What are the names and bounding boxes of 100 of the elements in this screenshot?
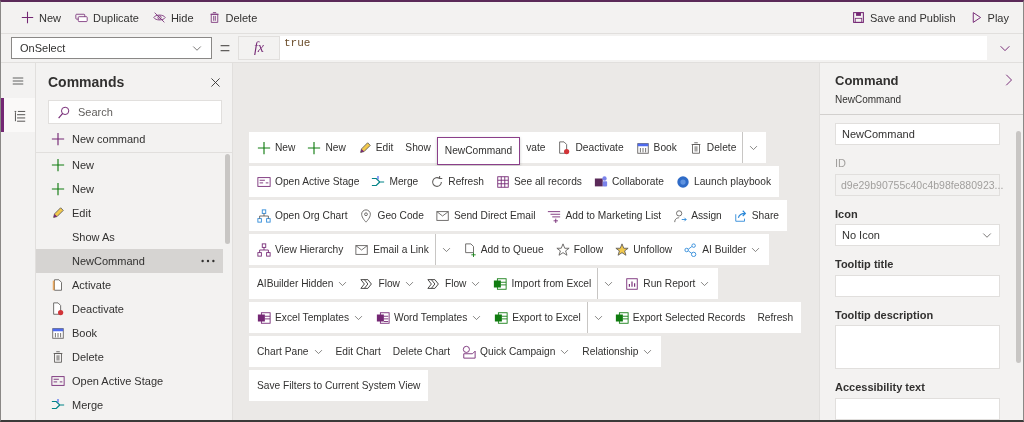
command-button[interactable]: Delete <box>682 132 743 163</box>
text-field[interactable] <box>835 397 1000 420</box>
command-list-item[interactable]: Book <box>36 321 223 345</box>
command-button[interactable]: Launch playbook <box>670 166 778 197</box>
command-button[interactable]: Share <box>727 200 785 231</box>
star-icon <box>615 242 630 257</box>
command-list-item[interactable]: Merge <box>36 393 223 417</box>
close-button[interactable] <box>209 75 222 89</box>
command-button[interactable]: Save Filters to Current System View <box>251 370 427 401</box>
formula-input[interactable]: true <box>280 36 987 60</box>
command-button[interactable]: Flow <box>354 268 421 299</box>
plus-icon <box>21 11 34 24</box>
plus-icon <box>51 158 65 172</box>
document-icon <box>376 310 390 325</box>
command-list-item[interactable]: Activate <box>36 273 223 297</box>
command-list-item[interactable]: Edit <box>36 201 223 225</box>
command-button[interactable]: Relationship <box>576 336 660 367</box>
tree-view-tab[interactable] <box>1 98 35 132</box>
command-button[interactable]: vate <box>520 132 552 163</box>
flow-icon <box>360 276 375 291</box>
field-label: ID <box>835 157 847 170</box>
person-icon <box>673 208 688 223</box>
command-button[interactable]: Refresh <box>424 166 490 197</box>
command-button[interactable]: AIBuilder Hidden <box>251 268 355 299</box>
command-button[interactable]: Email a Link <box>349 234 435 265</box>
command-button[interactable]: Follow <box>549 234 610 265</box>
grid-icon <box>495 174 510 189</box>
document-icon <box>51 278 65 292</box>
new-command-button[interactable]: New command <box>36 126 232 153</box>
pin-icon <box>359 208 374 223</box>
command-list-item[interactable]: Open Active Stage <box>36 369 223 393</box>
command-button[interactable]: Delete Chart <box>386 336 457 367</box>
command-button[interactable]: Open Org Chart <box>251 200 354 231</box>
more-icon[interactable] <box>201 259 215 263</box>
star-icon <box>555 242 570 257</box>
command-button[interactable]: Excel Templates <box>251 302 370 333</box>
command-list-item[interactable]: New <box>36 153 223 177</box>
command-button[interactable]: Assign <box>667 200 728 231</box>
command-button[interactable]: Send Direct Email <box>429 200 542 231</box>
command-button[interactable]: See all records <box>489 166 588 197</box>
stage-icon <box>257 174 271 189</box>
command-button[interactable]: Export to Excel <box>488 302 587 333</box>
icon-dropdown[interactable]: No Icon <box>835 224 1000 247</box>
command-button[interactable]: AI Builder <box>678 234 768 265</box>
tree-view-icon <box>13 108 26 122</box>
toolbar-button[interactable]: Hide <box>148 7 198 28</box>
spreadsheet-icon <box>494 310 509 325</box>
command-button[interactable]: Import from Excel <box>487 268 598 299</box>
command-button[interactable]: Book <box>629 132 683 163</box>
command-button[interactable]: Unfollow <box>609 234 679 265</box>
command-button[interactable]: Edit Chart <box>329 336 387 367</box>
panel-title: Command <box>835 73 899 88</box>
document-icon <box>557 140 572 155</box>
eye-slash-icon <box>152 11 166 24</box>
document-icon <box>51 302 65 316</box>
toolbar-button[interactable]: New <box>17 7 65 28</box>
circle-icon <box>676 174 690 189</box>
command-button[interactable]: New <box>251 132 302 163</box>
text-area[interactable] <box>835 325 1000 370</box>
spreadsheet-icon <box>257 310 271 325</box>
command-button[interactable]: Flow <box>420 268 488 299</box>
command-button[interactable]: New <box>301 132 352 163</box>
command-list-item[interactable]: Deactivate <box>36 297 223 321</box>
command-button[interactable]: Export Selected Records <box>608 302 752 333</box>
command-button[interactable]: Merge <box>365 166 425 197</box>
toolbar-button[interactable]: Duplicate <box>71 7 143 28</box>
scrollbar-thumb[interactable] <box>225 154 230 244</box>
toolbar-button[interactable]: Save and Publish <box>847 7 960 28</box>
command-button[interactable]: Word Templates <box>370 302 489 333</box>
command-button[interactable]: View Hierarchy <box>251 234 350 265</box>
command-list-item[interactable]: NewCommand <box>36 249 223 273</box>
command-list-item[interactable]: New <box>36 177 223 201</box>
search-field[interactable]: Search <box>76 105 213 119</box>
report-icon <box>625 276 640 291</box>
text-field[interactable]: NewCommand <box>835 123 1000 145</box>
command-button[interactable]: Quick Campaign <box>456 336 577 367</box>
command-button[interactable]: Show <box>399 132 437 163</box>
command-button[interactable]: Deactivate <box>551 132 630 163</box>
org-chart-icon <box>257 208 271 223</box>
command-button[interactable]: Geo Code <box>353 200 430 231</box>
text-field[interactable] <box>835 274 1000 297</box>
toolbar-button[interactable]: Delete <box>203 7 262 28</box>
command-button[interactable]: Collaborate <box>587 166 670 197</box>
command-button[interactable]: Edit <box>351 132 400 163</box>
command-list-item[interactable]: Show As <box>36 225 223 249</box>
scrollbar-thumb[interactable] <box>1016 131 1021 363</box>
command-button[interactable]: Chart Pane <box>251 336 330 367</box>
command-button[interactable]: Run Report <box>619 268 717 299</box>
field-label: Tooltip title <box>835 258 895 271</box>
trash-icon <box>51 350 65 364</box>
command-list-item[interactable]: Delete <box>36 345 223 369</box>
command-button[interactable]: Open Active Stage <box>251 166 366 197</box>
command-button[interactable]: Refresh <box>751 302 800 333</box>
command-button[interactable]: Add to Marketing List <box>541 200 668 231</box>
search-box[interactable]: Search <box>48 100 222 124</box>
property-dropdown[interactable]: OnSelect <box>11 37 212 59</box>
toolbar-button[interactable]: Play <box>965 7 1013 28</box>
org-chart-icon <box>257 242 271 257</box>
calendar-icon <box>635 140 650 155</box>
command-button[interactable]: Add to Queue <box>456 234 550 265</box>
